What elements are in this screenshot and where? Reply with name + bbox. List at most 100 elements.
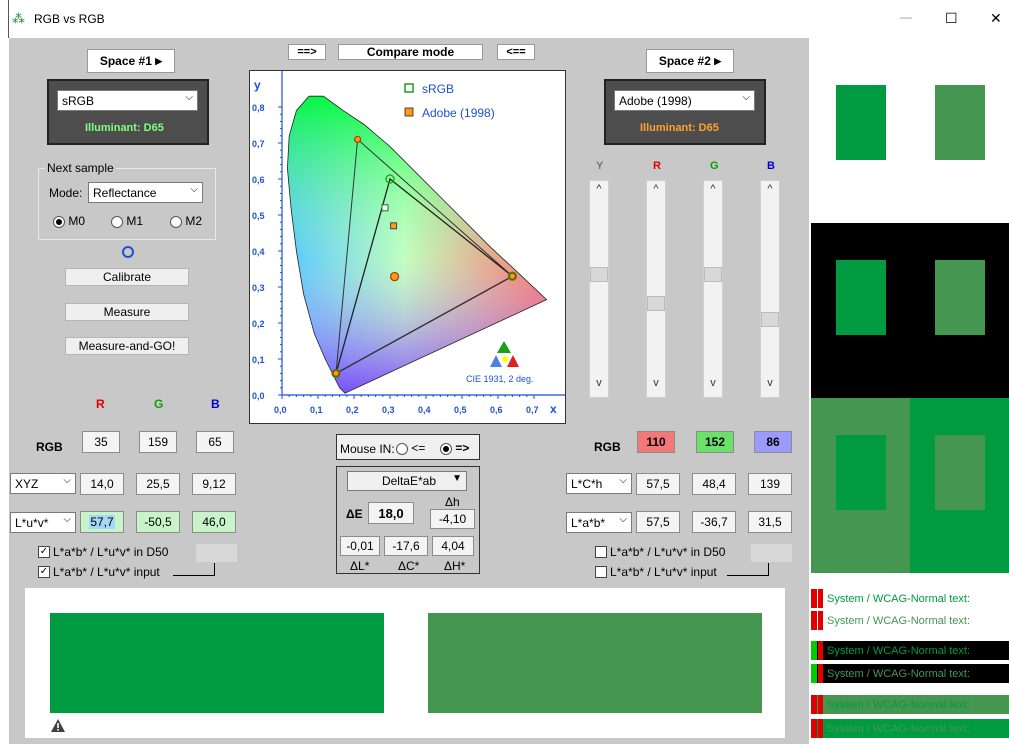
radio-m1-icon xyxy=(111,215,123,228)
right-check-input[interactable] xyxy=(595,566,607,578)
left-check-d50[interactable]: ✓ xyxy=(38,546,50,558)
x-tick-label: 0,7 xyxy=(526,405,539,415)
right-rgb-b[interactable]: 86 xyxy=(754,431,792,453)
delta-c-label: ΔC* xyxy=(398,559,420,573)
slider-y-label: Y xyxy=(596,160,604,172)
chevron-up-icon[interactable]: ^ xyxy=(590,183,608,201)
radio-m2-icon xyxy=(170,215,182,228)
y-tick-label: 0,1 xyxy=(252,355,265,365)
left-xyz-y[interactable]: 25,5 xyxy=(136,473,180,495)
right-lch-h[interactable]: 139 xyxy=(748,473,792,495)
measure-go-button[interactable]: Measure-and-GO! xyxy=(65,337,189,355)
next-sample-legend: Next sample xyxy=(45,161,116,175)
preview-black-left xyxy=(836,260,886,335)
radio-m0[interactable]: M0 xyxy=(53,214,85,228)
space2-profile-select[interactable]: Adobe (1998) ⌵ xyxy=(614,90,755,111)
right-lch-l[interactable]: 57,5 xyxy=(636,473,680,495)
primary-point xyxy=(332,369,340,378)
delta-method-select[interactable]: DeltaE*ab ▼ xyxy=(347,471,467,491)
space1-profile-select[interactable]: sRGB ⌵ xyxy=(57,90,198,111)
slider-y[interactable]: ^ v xyxy=(589,180,609,398)
mode-select[interactable]: Reflectance ⌵ xyxy=(88,182,203,203)
delta-c-value: -17,6 xyxy=(384,536,428,556)
compare-left-button[interactable]: ==> xyxy=(288,44,326,60)
left-luv-v[interactable]: 46,0 xyxy=(192,511,236,533)
mode-value: Reflectance xyxy=(93,185,157,200)
space2-button[interactable]: Space #2 ▶ xyxy=(646,49,734,73)
slider-g[interactable]: ^ v xyxy=(703,180,723,398)
wcag-marker-red-2 xyxy=(818,611,823,630)
delta-h-value: -4,10 xyxy=(430,509,475,529)
y-tick-label: 0,3 xyxy=(252,283,265,293)
right-check-d50[interactable] xyxy=(595,546,607,558)
right-lch-select[interactable]: L*C*h ⌵ xyxy=(566,473,632,494)
left-rgb-g[interactable]: 159 xyxy=(139,431,177,453)
mouse-radio-right[interactable]: => xyxy=(440,441,469,455)
chevron-up-icon[interactable]: ^ xyxy=(761,183,779,201)
wcag-row-color-2: System / WCAG-Normal text: xyxy=(811,719,1009,738)
right-rgb-g[interactable]: 152 xyxy=(696,431,734,453)
space2-illuminant: Illuminant: D65 xyxy=(640,122,719,134)
maximize-button[interactable]: ☐ xyxy=(945,10,958,27)
next-sample-group xyxy=(38,168,216,240)
radio-m2[interactable]: M2 xyxy=(170,214,202,228)
chevron-down-icon[interactable]: v xyxy=(761,377,779,395)
calibrate-button[interactable]: Calibrate xyxy=(65,268,189,286)
left-xyz-select[interactable]: XYZ ⌵ xyxy=(10,473,76,494)
caret-down-icon: ▼ xyxy=(452,473,462,484)
wcag-marker-red-2 xyxy=(818,695,823,714)
title-bar: ⁂ RGB vs RGB — ☐ ✕ xyxy=(0,0,1009,38)
wcag-marker-red-2 xyxy=(818,719,823,738)
x-tick-label: 0,5 xyxy=(454,405,467,415)
slider-y-thumb[interactable] xyxy=(590,267,608,282)
left-luv-select[interactable]: L*u*v* ⌵ xyxy=(10,512,76,533)
legend-srgb: sRGB xyxy=(422,82,454,96)
x-tick-label: 0,2 xyxy=(346,405,359,415)
right-lch-c[interactable]: 48,4 xyxy=(692,473,736,495)
slider-b[interactable]: ^ v xyxy=(760,180,780,398)
mouse-radio-left[interactable]: <= xyxy=(396,441,425,455)
wcag-row-color-1: System / WCAG-Normal text: xyxy=(811,695,1009,714)
left-check-d50-label: L*a*b* / L*u*v* in D50 xyxy=(53,545,169,559)
right-rgb-r[interactable]: 110 xyxy=(637,431,675,453)
wcag-marker-red xyxy=(811,589,817,608)
delta-l-label: ΔL* xyxy=(350,559,370,573)
left-xyz-z[interactable]: 9,12 xyxy=(192,473,236,495)
right-lab-select[interactable]: L*a*b* ⌵ xyxy=(566,512,632,533)
compare-right-button[interactable]: <== xyxy=(497,44,535,60)
chevron-up-icon[interactable]: ^ xyxy=(704,183,722,201)
radio-m1[interactable]: M1 xyxy=(111,214,143,228)
left-xyz-x[interactable]: 14,0 xyxy=(80,473,124,495)
slider-r-thumb[interactable] xyxy=(647,296,665,311)
chevron-down-icon[interactable]: v xyxy=(704,377,722,395)
left-luv-u[interactable]: -50,5 xyxy=(136,511,180,533)
wcag-text: System / WCAG-Normal text: xyxy=(827,722,971,735)
chevron-down-icon: ⌵ xyxy=(619,514,627,525)
x-tick-label: 0,4 xyxy=(418,405,431,415)
left-luv-l[interactable]: 57,7 xyxy=(80,511,124,533)
chevron-down-icon[interactable]: v xyxy=(590,377,608,395)
wcag-marker-red-2 xyxy=(818,641,823,660)
close-button[interactable]: ✕ xyxy=(990,10,1002,27)
slider-g-thumb[interactable] xyxy=(704,267,722,282)
left-rgb-r[interactable]: 35 xyxy=(82,431,120,453)
wcag-text: System / WCAG-Normal text: xyxy=(827,614,971,627)
chevron-up-icon[interactable]: ^ xyxy=(647,183,665,201)
minimize-button[interactable]: — xyxy=(900,10,912,24)
chevron-down-icon: ⌵ xyxy=(63,514,71,525)
left-rgb-b[interactable]: 65 xyxy=(196,431,234,453)
measure-button[interactable]: Measure xyxy=(65,303,189,321)
slider-r[interactable]: ^ v xyxy=(646,180,666,398)
slider-b-thumb[interactable] xyxy=(761,312,779,327)
right-lab-b[interactable]: 31,5 xyxy=(748,511,792,533)
legend-srgb-marker xyxy=(404,83,414,93)
mode-label: Mode: xyxy=(49,186,83,200)
wcag-row-white-1: System / WCAG-Normal text: xyxy=(811,589,1009,608)
delta-l-value: -0,01 xyxy=(340,536,380,556)
right-lab-a[interactable]: -36,7 xyxy=(692,511,736,533)
space1-button[interactable]: Space #1 ▶ xyxy=(87,49,175,73)
right-lab-l[interactable]: 57,5 xyxy=(636,511,680,533)
chevron-down-icon[interactable]: v xyxy=(647,377,665,395)
left-check-input[interactable]: ✓ xyxy=(38,566,50,578)
wcag-marker-red xyxy=(811,719,817,738)
